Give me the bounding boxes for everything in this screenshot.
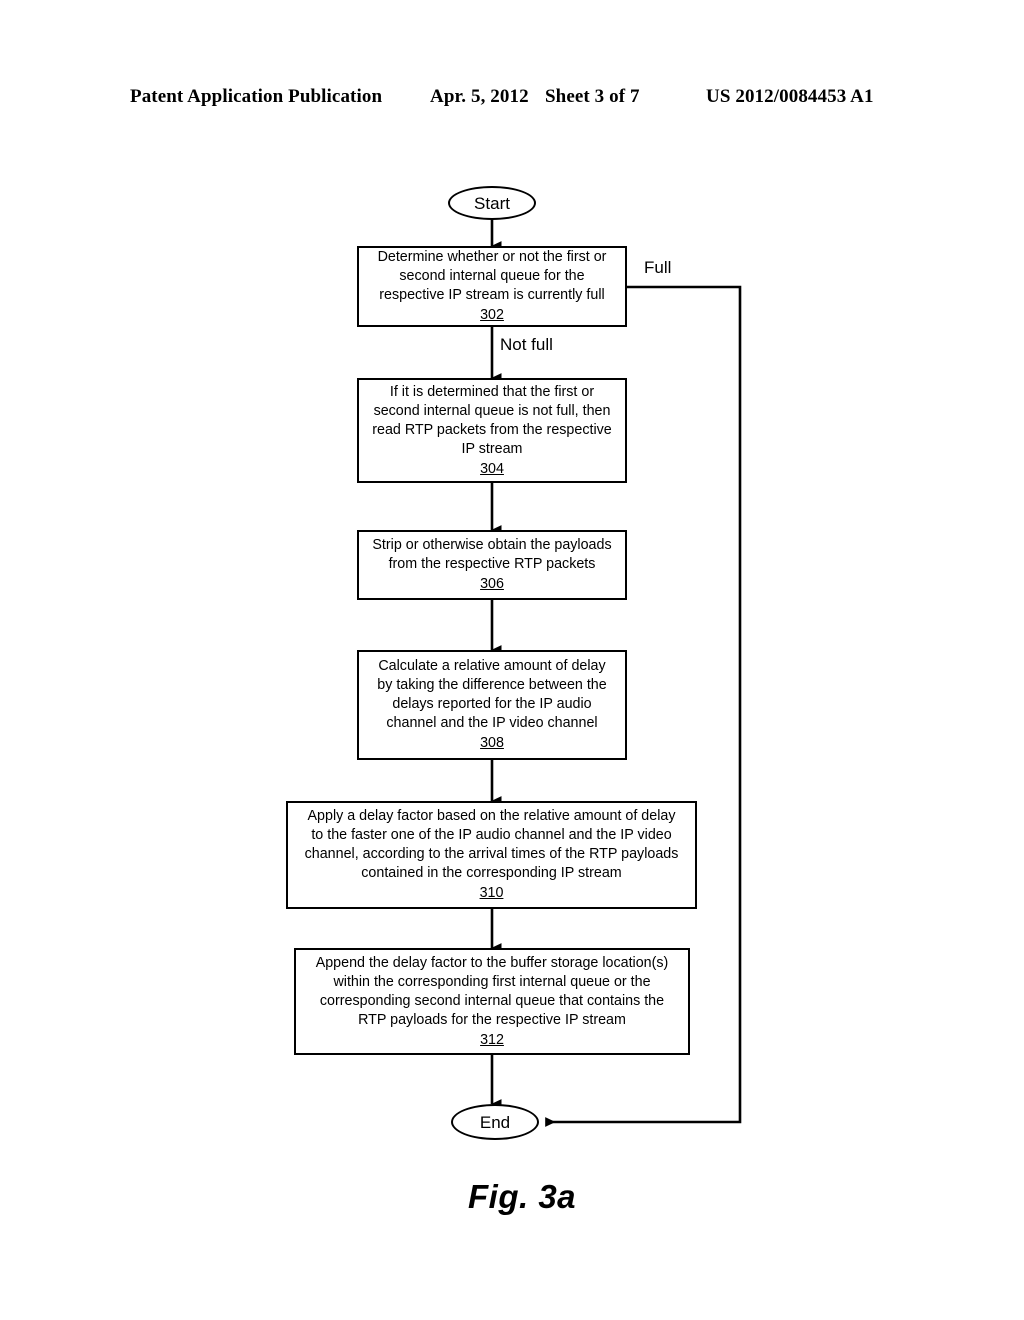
flow-node-302-ref: 302 (480, 307, 504, 323)
flow-node-312[interactable]: Append the delay factor to the buffer st… (294, 948, 690, 1055)
flow-node-306[interactable]: Strip or otherwise obtain the payloads f… (357, 530, 627, 600)
flow-node-310[interactable]: Apply a delay factor based on the relati… (286, 801, 697, 909)
flow-node-end[interactable]: End (451, 1104, 539, 1140)
flow-node-304-text: If it is determined that the first or se… (372, 383, 612, 457)
flow-node-start[interactable]: Start (448, 186, 536, 220)
flow-node-308-ref: 308 (480, 735, 504, 751)
flow-node-end-label: End (479, 1112, 511, 1132)
figure-caption: Fig. 3a (468, 1178, 577, 1215)
flow-node-304-ref: 304 (480, 460, 504, 477)
flow-node-310-ref: 310 (479, 885, 504, 901)
flow-node-312-text: Append the delay factor to the buffer st… (315, 954, 669, 1028)
flow-node-304[interactable]: If it is determined that the first or se… (357, 378, 627, 483)
flow-node-308[interactable]: Calculate a relative amount of delay by … (357, 650, 627, 760)
flow-node-302[interactable]: Determine whether or not the first or se… (357, 246, 627, 327)
edge-label-not-full: Not full (500, 335, 553, 354)
flow-node-start-label: Start (474, 193, 510, 213)
flow-node-306-ref: 306 (480, 576, 504, 592)
flow-node-302-text: Determine whether or not the first or se… (377, 249, 607, 303)
flow-node-310-text: Apply a delay factor based on the relati… (304, 808, 679, 881)
flow-node-308-text: Calculate a relative amount of delay by … (377, 658, 607, 731)
flow-node-306-text: Strip or otherwise obtain the payloads f… (372, 537, 612, 572)
edge-label-full: Full (644, 258, 672, 277)
flow-node-312-ref: 312 (480, 1031, 504, 1048)
